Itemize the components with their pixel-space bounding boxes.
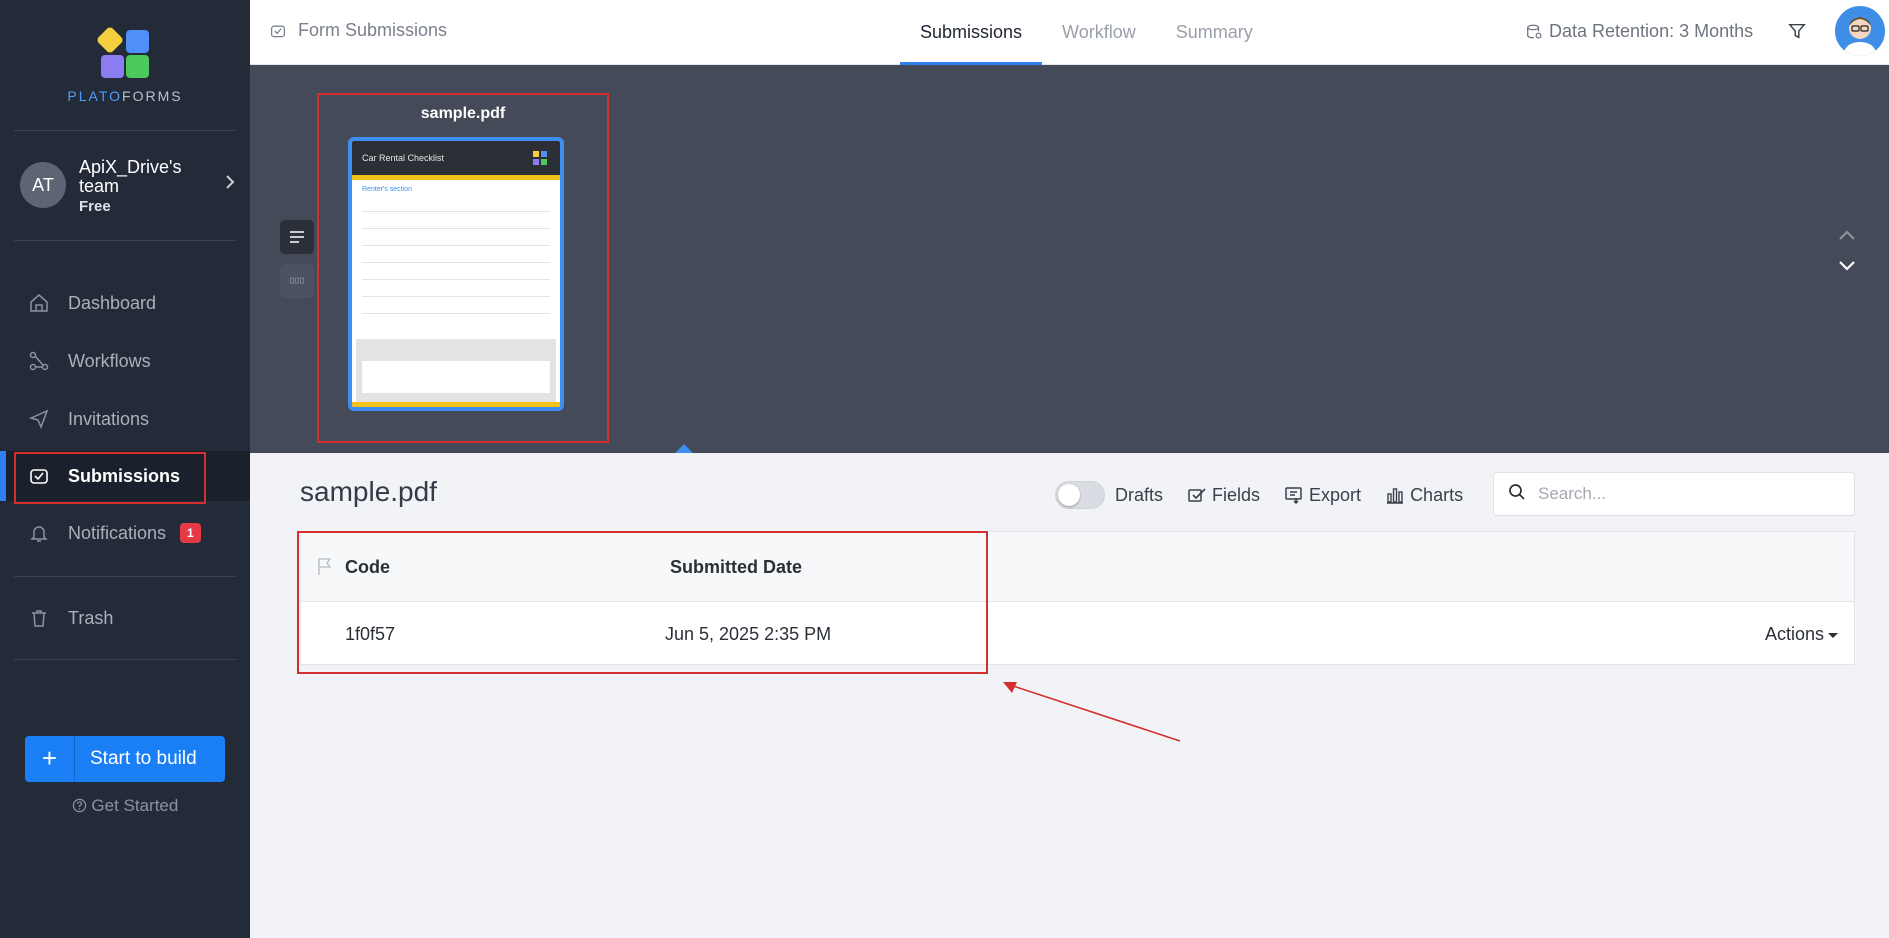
trash-icon: [28, 607, 50, 629]
sidebar: PLATOFORMS AT ApiX_Drive's team Free Das…: [0, 0, 250, 938]
export-button[interactable]: Export: [1284, 485, 1361, 506]
sidebar-item-notifications[interactable]: Notifications 1: [0, 508, 250, 558]
actions-dropdown[interactable]: Actions: [1765, 624, 1838, 645]
logo-text: PLATOFORMS: [67, 88, 183, 104]
inbox-icon: [28, 465, 50, 487]
sidebar-item-label: Notifications: [68, 522, 167, 543]
column-header-submitted-date[interactable]: Submitted Date: [670, 557, 802, 578]
sidebar-item-invitations[interactable]: Invitations: [0, 394, 250, 444]
bell-icon: [28, 522, 50, 544]
breadcrumb[interactable]: Form Submissions: [270, 20, 447, 41]
workflow-icon: [28, 350, 50, 372]
flag-icon[interactable]: [317, 558, 333, 581]
annotation-arrow-icon: [1003, 682, 1181, 742]
divider: [14, 130, 236, 131]
chevron-right-icon: [225, 174, 235, 195]
submissions-table: Code Submitted Date 1f0f57 Jun 5, 2025 2…: [300, 531, 1855, 665]
grid-view-button[interactable]: [280, 264, 314, 298]
submissions-toolbar: Drafts Fields Export Charts: [1055, 480, 1487, 510]
user-avatar[interactable]: [1835, 6, 1885, 56]
caret-down-icon: [1828, 632, 1838, 638]
top-bar: Form Submissions Submissions Workflow Su…: [250, 0, 1889, 65]
page-title: sample.pdf: [300, 476, 437, 507]
plus-icon: +: [25, 736, 75, 782]
export-icon: [1284, 486, 1304, 504]
cell-code: 1f0f57: [345, 624, 396, 644]
search-icon: [1508, 483, 1526, 506]
thumbnail-header: Car Rental Checklist: [352, 141, 560, 175]
get-started-link[interactable]: Get Started: [0, 796, 250, 816]
filter-icon[interactable]: [1788, 22, 1806, 45]
thumbnail-section: Renter's section: [362, 186, 412, 193]
team-switcher[interactable]: AT ApiX_Drive's team Free: [20, 158, 235, 228]
sidebar-item-label: Dashboard: [68, 292, 157, 313]
selected-indicator-icon: [675, 444, 693, 453]
team-plan: Free: [79, 198, 111, 215]
sidebar-item-label: Workflows: [68, 350, 151, 371]
sidebar-item-submissions[interactable]: Submissions: [0, 451, 250, 501]
charts-button[interactable]: Charts: [1385, 485, 1463, 506]
sidebar-item-trash[interactable]: Trash: [0, 593, 250, 643]
chevron-up-icon[interactable]: [1838, 228, 1856, 246]
column-header-code[interactable]: Code: [345, 557, 390, 578]
help-circle-icon: [72, 796, 92, 815]
team-name: ApiX_Drive's team: [79, 157, 182, 196]
bar-chart-icon: [1385, 486, 1405, 504]
table-header: Code Submitted Date: [301, 532, 1854, 602]
document-thumbnail[interactable]: Car Rental Checklist Renter's section: [348, 137, 564, 411]
platoforms-logo-icon: [533, 151, 547, 165]
home-icon: [28, 292, 50, 314]
search-input[interactable]: [1538, 484, 1838, 504]
table-row[interactable]: 1f0f57 Jun 5, 2025 2:35 PM Actions: [301, 602, 1854, 664]
inbox-icon: [270, 23, 286, 39]
list-view-button[interactable]: [280, 220, 314, 254]
sidebar-item-dashboard[interactable]: Dashboard: [0, 278, 250, 328]
data-retention[interactable]: Data Retention: 3 Months: [1525, 21, 1753, 42]
sidebar-item-workflows[interactable]: Workflows: [0, 336, 250, 386]
drafts-toggle[interactable]: [1055, 481, 1105, 509]
tab-workflow[interactable]: Workflow: [1042, 0, 1156, 65]
drafts-label: Drafts: [1115, 484, 1164, 505]
team-avatar: AT: [20, 162, 66, 208]
tab-summary[interactable]: Summary: [1156, 0, 1273, 65]
search-box[interactable]: [1493, 472, 1855, 516]
divider: [14, 240, 236, 241]
platoforms-logo-icon: [95, 25, 152, 78]
sidebar-item-label: Trash: [68, 607, 114, 628]
fields-button[interactable]: Fields: [1187, 485, 1260, 506]
logo[interactable]: PLATOFORMS: [0, 25, 250, 104]
start-to-build-button[interactable]: + Start to build: [25, 736, 225, 782]
document-card[interactable]: sample.pdf Car Rental Checklist Renter's…: [317, 93, 693, 453]
send-icon: [28, 408, 50, 430]
tab-submissions[interactable]: Submissions: [900, 0, 1043, 65]
fields-icon: [1187, 486, 1207, 504]
divider: [14, 659, 236, 660]
tab-bar: Submissions Workflow Summary: [900, 0, 1273, 65]
document-title: sample.pdf: [420, 105, 506, 122]
database-settings-icon: [1525, 23, 1543, 41]
divider: [14, 576, 236, 577]
sidebar-item-label: Invitations: [68, 408, 150, 429]
chevron-down-icon[interactable]: [1838, 259, 1856, 277]
sidebar-item-label: Submissions: [68, 465, 181, 486]
cell-submitted-date: Jun 5, 2025 2:35 PM: [665, 624, 832, 644]
document-preview-panel: sample.pdf Car Rental Checklist Renter's…: [250, 65, 1889, 453]
notification-count-badge: 1: [180, 523, 201, 543]
